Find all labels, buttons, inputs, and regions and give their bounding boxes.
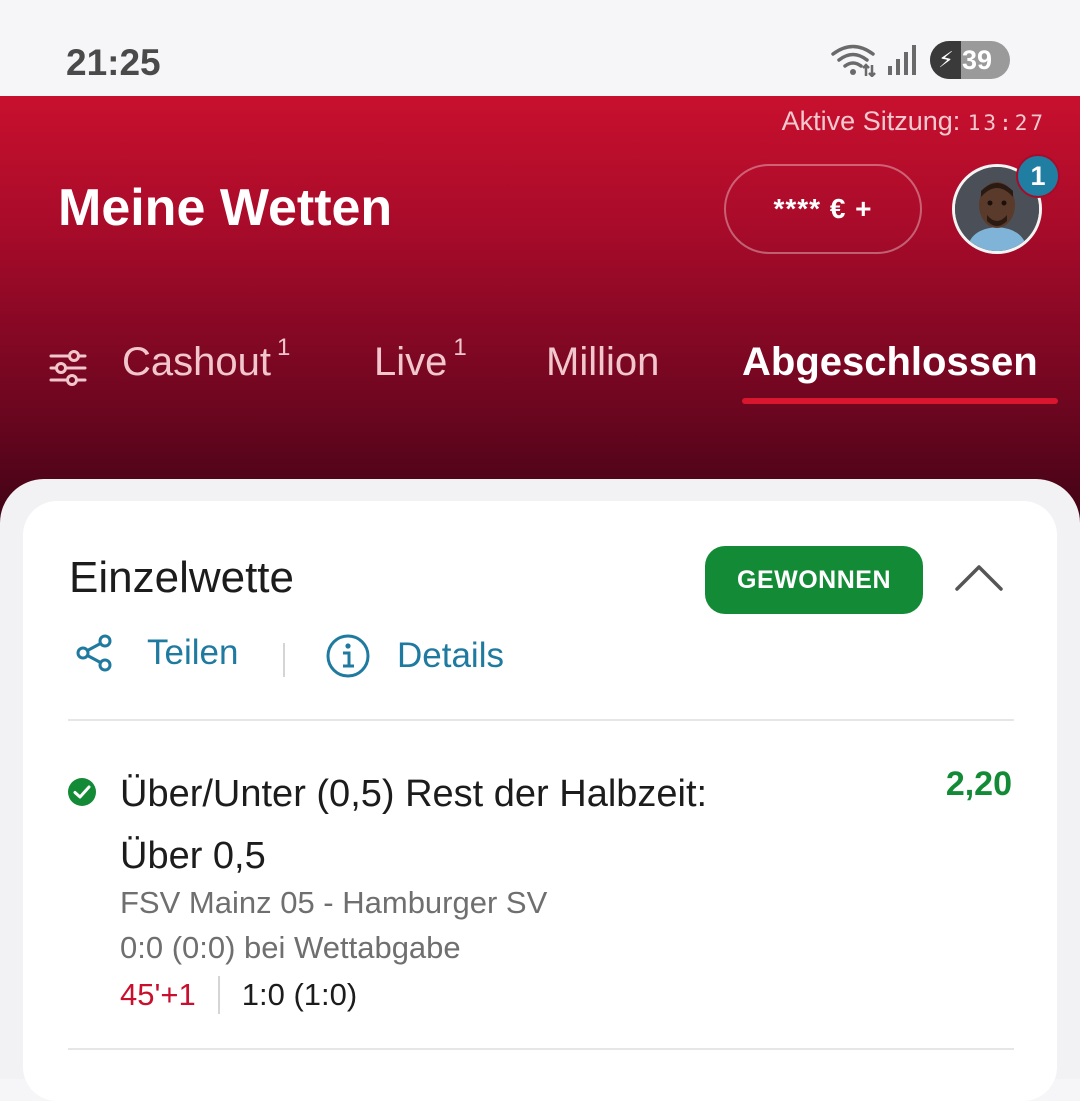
tab-count: 1 (276, 334, 291, 361)
status-bar: 21:25 ⚡ 39 (0, 0, 1080, 96)
wifi-icon (831, 44, 876, 77)
selection-odds: 2,20 (945, 765, 1012, 803)
session-info: Aktive Sitzung: 13:27 (782, 106, 1046, 137)
tab-cashout[interactable]: Cashout 1 (122, 334, 290, 385)
page-title: Meine Wetten (58, 179, 393, 237)
balance-button[interactable]: **** € + (724, 164, 922, 254)
tab-million[interactable]: Million (546, 340, 659, 385)
tab-label: Cashout (122, 340, 271, 384)
score-at-bet: 0:0 (0:0) bei Wettabgabe (120, 930, 461, 965)
tab-abgeschlossen[interactable]: Abgeschlossen (742, 340, 1038, 385)
share-label: Teilen (147, 633, 239, 672)
status-icons: ⚡ 39 (830, 40, 1010, 80)
selection-name: Über/Unter (0,5) Rest der Halbzeit: Über… (120, 763, 860, 887)
session-timer: 13:27 (967, 111, 1046, 135)
details-button[interactable]: Details (325, 633, 504, 679)
divider (68, 719, 1014, 721)
info-icon (326, 634, 370, 678)
selection-market: Über/Unter (0,5) Rest der Halbzeit: (120, 773, 708, 815)
active-tab-indicator (742, 398, 1058, 404)
charging-bolt-icon: ⚡ (938, 47, 954, 72)
bet-card: Einzelwette GEWONNEN Teilen Details Über… (23, 501, 1057, 1101)
match-name: FSV Mainz 05 - Hamburger SV (120, 885, 548, 920)
divider (68, 1048, 1014, 1050)
share-icon (76, 634, 112, 672)
notification-badge: 1 (1016, 154, 1060, 198)
check-circle-icon (68, 778, 96, 806)
tab-label: Million (546, 340, 660, 384)
status-badge: GEWONNEN (705, 546, 923, 614)
filter-icon[interactable] (48, 348, 88, 388)
tab-bar: Cashout 1 Live 1 Million Abgeschlossen (0, 334, 1080, 406)
battery-icon: ⚡ 39 (930, 41, 1010, 79)
header: Aktive Sitzung: 13:27 Meine Wetten **** … (0, 96, 1080, 536)
tab-label: Live (374, 340, 448, 384)
selection-pick: Über 0,5 (120, 835, 266, 877)
tab-live[interactable]: Live 1 (374, 334, 467, 385)
action-divider (283, 643, 285, 677)
chevron-up-icon[interactable] (953, 557, 1005, 597)
status-time: 21:25 (66, 42, 161, 83)
bet-type: Einzelwette (69, 553, 295, 602)
details-label: Details (397, 636, 504, 675)
live-divider (217, 976, 220, 1014)
live-minute: 45'+1 (120, 977, 196, 1012)
live-info: 45'+1 1:0 (1:0) (120, 975, 357, 1015)
tab-count: 1 (453, 334, 467, 361)
signal-icon (888, 45, 916, 75)
battery-percent: 39 (962, 44, 993, 75)
live-score: 1:0 (1:0) (241, 977, 358, 1012)
session-label: Aktive Sitzung: (781, 106, 961, 136)
share-button[interactable]: Teilen (75, 633, 238, 673)
tab-label: Abgeschlossen (742, 340, 1038, 384)
